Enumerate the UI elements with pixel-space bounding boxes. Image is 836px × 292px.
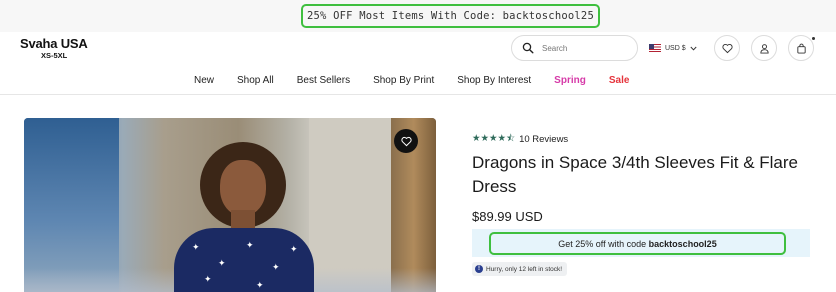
discount-text: Get 25% off with code — [558, 238, 649, 249]
nav-divider — [0, 94, 836, 95]
nav-item-best-sellers[interactable]: Best Sellers — [297, 75, 350, 86]
currency-selector[interactable]: USD $ — [649, 40, 697, 56]
account-button[interactable] — [751, 35, 777, 61]
nav-item-shop-by-interest[interactable]: Shop By Interest — [457, 75, 531, 86]
currency-label[interactable]: USD $ — [665, 45, 686, 52]
bag-icon — [796, 43, 806, 54]
chevron-down-icon[interactable] — [690, 46, 697, 51]
nav-item-sale[interactable]: Sale — [609, 75, 630, 86]
cart-button[interactable] — [788, 35, 816, 61]
stock-text: Hurry, only 12 left in stock! — [486, 265, 563, 273]
product-image[interactable]: ✦ ✦ ✦ ✦ ✦ ✦ ✦ — [24, 118, 436, 292]
low-stock-notice: ! Hurry, only 12 left in stock! — [472, 262, 568, 276]
announcement-bar: 25% OFF Most Items With Code: backtoscho… — [0, 0, 836, 32]
promo-text: 25% OFF Most Items With Code: backtoscho… — [307, 10, 594, 22]
heart-icon — [400, 136, 412, 146]
reviews-link[interactable]: 10 Reviews — [519, 134, 568, 145]
discount-code: backtoschool25 — [648, 238, 717, 249]
search-icon[interactable] — [522, 42, 534, 54]
brand-logo[interactable]: Svaha USA XS-5XL — [20, 36, 100, 60]
add-to-wishlist-button[interactable] — [394, 129, 418, 153]
nav-item-spring[interactable]: Spring — [554, 75, 586, 86]
nav-item-shop-all[interactable]: Shop All — [237, 75, 274, 86]
main-navigation: New Shop All Best Sellers Shop By Print … — [0, 72, 836, 94]
star-rating-icon: ★★★★⯪ — [472, 133, 516, 144]
nav-item-shop-by-print[interactable]: Shop By Print — [373, 75, 434, 86]
product-rating[interactable]: ★★★★⯪ 10 Reviews — [472, 131, 568, 147]
brand-tagline: XS-5XL — [41, 51, 68, 60]
us-flag-icon — [649, 44, 661, 52]
wishlist-button[interactable] — [714, 35, 740, 61]
heart-icon — [721, 43, 733, 53]
discount-code-callout: Get 25% off with code backtoschool25 — [489, 232, 786, 255]
cart-indicator-dot — [811, 36, 816, 41]
search-bar[interactable] — [511, 35, 638, 61]
product-price: $89.99 USD — [472, 209, 543, 224]
brand-name[interactable]: Svaha USA — [20, 36, 100, 51]
account-icon — [759, 43, 769, 54]
promo-code-banner: 25% OFF Most Items With Code: backtoscho… — [301, 4, 600, 28]
search-input[interactable] — [542, 43, 632, 53]
product-title: Dragons in Space 3/4th Sleeves Fit & Fla… — [472, 153, 798, 196]
info-icon: ! — [475, 265, 483, 273]
nav-item-new[interactable]: New — [194, 75, 214, 86]
